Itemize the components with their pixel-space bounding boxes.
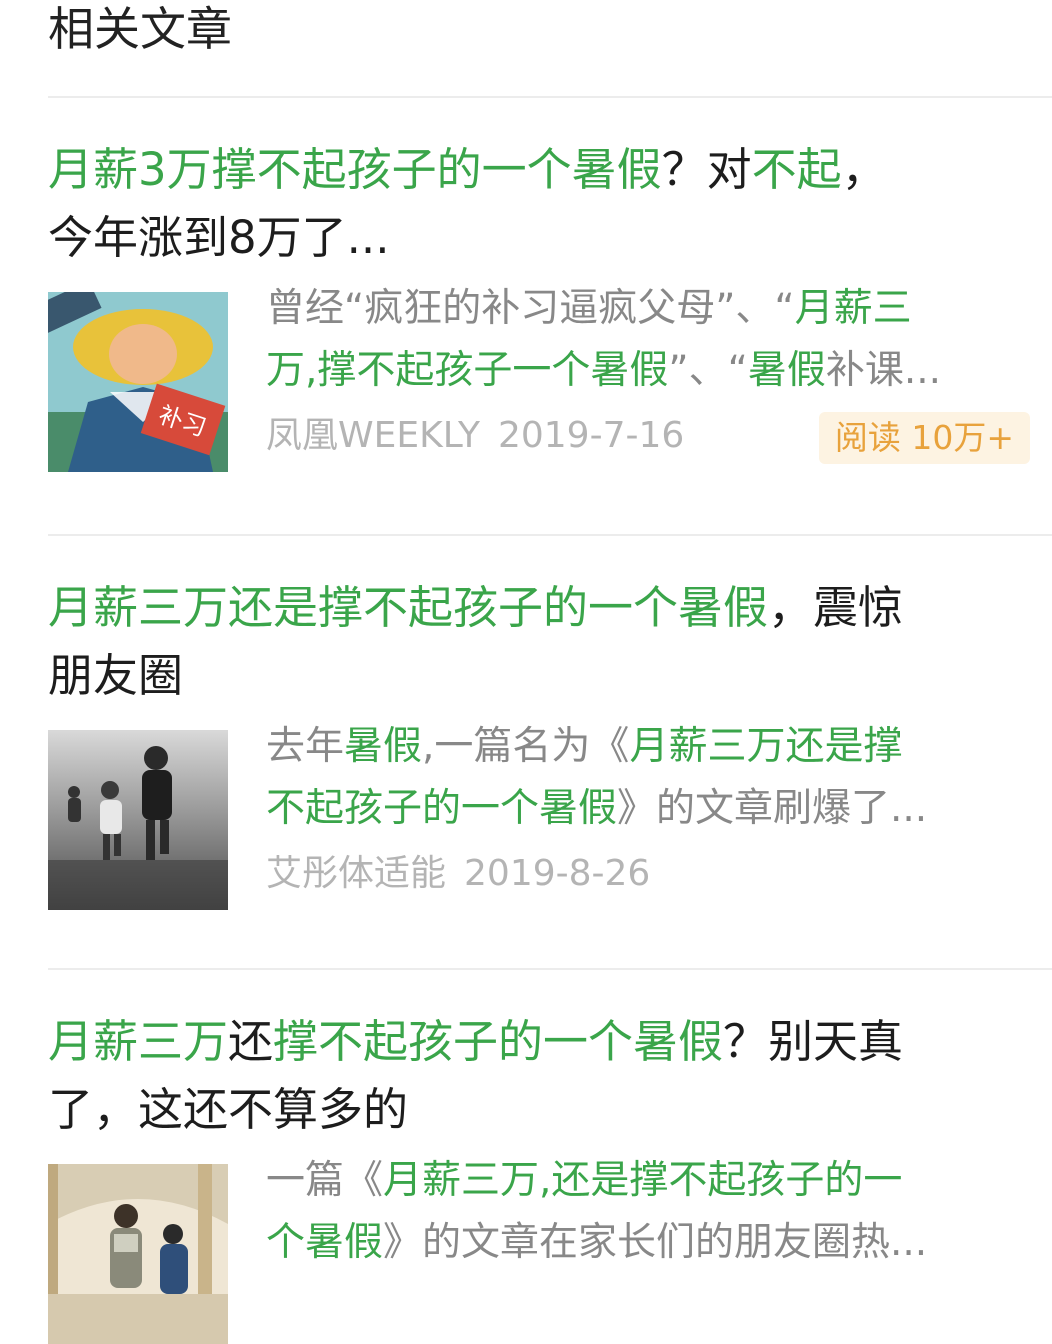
- keyword-highlight: 月薪三万还是撑: [629, 724, 903, 769]
- article-date: 2019-7-16: [497, 415, 685, 456]
- text-segment: 》的文章在家长们的朋友圈热...: [383, 1220, 928, 1265]
- keyword-highlight: 月薪三: [794, 286, 912, 331]
- keyword-highlight: 月薪三万,还是撑不起孩子的一: [383, 1158, 903, 1203]
- poster-illustration-image: 补习: [48, 292, 228, 472]
- read-count-badge: 阅读 10万+: [818, 412, 1030, 464]
- keyword-highlight: 万,撑不起孩子一个暑假: [266, 348, 669, 393]
- article-card-2[interactable]: 月薪三万还是撑不起孩子的一个暑假，震惊 朋友圈 去年暑假,一篇名为《月薪三万还是…: [48, 574, 1048, 910]
- keyword-highlight: 不起: [751, 143, 842, 196]
- article-summary: 曾经“疯狂的补习逼疯父母”、“月薪三万,撑不起孩子一个暑假”、“暑假补课...: [266, 278, 1026, 402]
- article-card-1[interactable]: 月薪3万撑不起孩子的一个暑假？对不起， 今年涨到8万了... 补习 曾经“疯狂的补…: [48, 136, 1048, 472]
- text-segment: 曾经“疯狂的补习逼疯父母”、“: [266, 286, 795, 331]
- article-source[interactable]: 凤凰WEEKLY: [266, 415, 480, 456]
- section-title: 相关文章: [48, 2, 232, 56]
- text-segment: ,一篇名为《: [422, 724, 630, 769]
- article-summary: 一篇《月薪三万,还是撑不起孩子的一个暑假》的文章在家长们的朋友圈热...: [266, 1150, 1026, 1274]
- text-segment: 一篇《: [266, 1158, 384, 1203]
- keyword-highlight: 月薪三万: [48, 1015, 229, 1068]
- keyword-highlight: 不起孩子的一个暑假: [266, 786, 618, 831]
- text-segment: 去年: [266, 724, 345, 769]
- text-segment: ？对: [661, 143, 752, 196]
- divider: [48, 534, 1052, 536]
- article-meta: 凤凰WEEKLY 2019-7-16: [266, 406, 684, 466]
- article-title[interactable]: 月薪三万还撑不起孩子的一个暑假？别天真了，这还不算多的: [48, 1008, 1038, 1144]
- divider: [48, 96, 1052, 98]
- text-segment: 还: [228, 1015, 274, 1068]
- keyword-highlight: 暑假: [344, 724, 423, 769]
- article-thumbnail[interactable]: [48, 1164, 228, 1344]
- text-segment: 补课...: [825, 348, 942, 393]
- article-thumbnail[interactable]: 补习: [48, 292, 228, 472]
- text-segment: ，: [841, 143, 887, 196]
- text-segment: ，震惊: [768, 581, 904, 634]
- children-running-image: [48, 730, 228, 910]
- text-segment: 》的文章刷爆了...: [617, 786, 928, 831]
- keyword-highlight: 撑不起孩子的一个暑假: [273, 1015, 724, 1068]
- keyword-highlight: 月薪三万还是撑不起孩子的一个暑假: [48, 581, 769, 634]
- divider: [48, 968, 1052, 970]
- text-segment: 了，这还不算多的: [48, 1083, 409, 1136]
- article-date: 2019-8-26: [464, 853, 651, 894]
- article-thumbnail[interactable]: [48, 730, 228, 910]
- keyword-highlight: 月薪3万撑不起孩子的一个暑假: [48, 143, 662, 196]
- museum-photo-image: [48, 1164, 228, 1344]
- article-card-3[interactable]: 月薪三万还撑不起孩子的一个暑假？别天真了，这还不算多的 一篇《月薪三万,还是撑不…: [48, 1008, 1048, 1344]
- article-meta: 艾彤体适能 2019-8-26: [266, 844, 650, 904]
- text-segment: ？别天真: [723, 1015, 904, 1068]
- keyword-highlight: 个暑假: [266, 1220, 384, 1265]
- article-title[interactable]: 月薪3万撑不起孩子的一个暑假？对不起， 今年涨到8万了...: [48, 136, 1038, 272]
- keyword-highlight: 暑假: [747, 348, 826, 393]
- article-title[interactable]: 月薪三万还是撑不起孩子的一个暑假，震惊朋友圈: [48, 574, 1038, 710]
- article-source[interactable]: 艾彤体适能: [266, 853, 446, 894]
- text-segment: ”、“: [668, 348, 748, 393]
- article-summary: 去年暑假,一篇名为《月薪三万还是撑 不起孩子的一个暑假》的文章刷爆了...: [266, 716, 1026, 840]
- text-segment: 朋友圈: [48, 649, 184, 702]
- text-segment: 今年涨到8万了...: [48, 211, 390, 264]
